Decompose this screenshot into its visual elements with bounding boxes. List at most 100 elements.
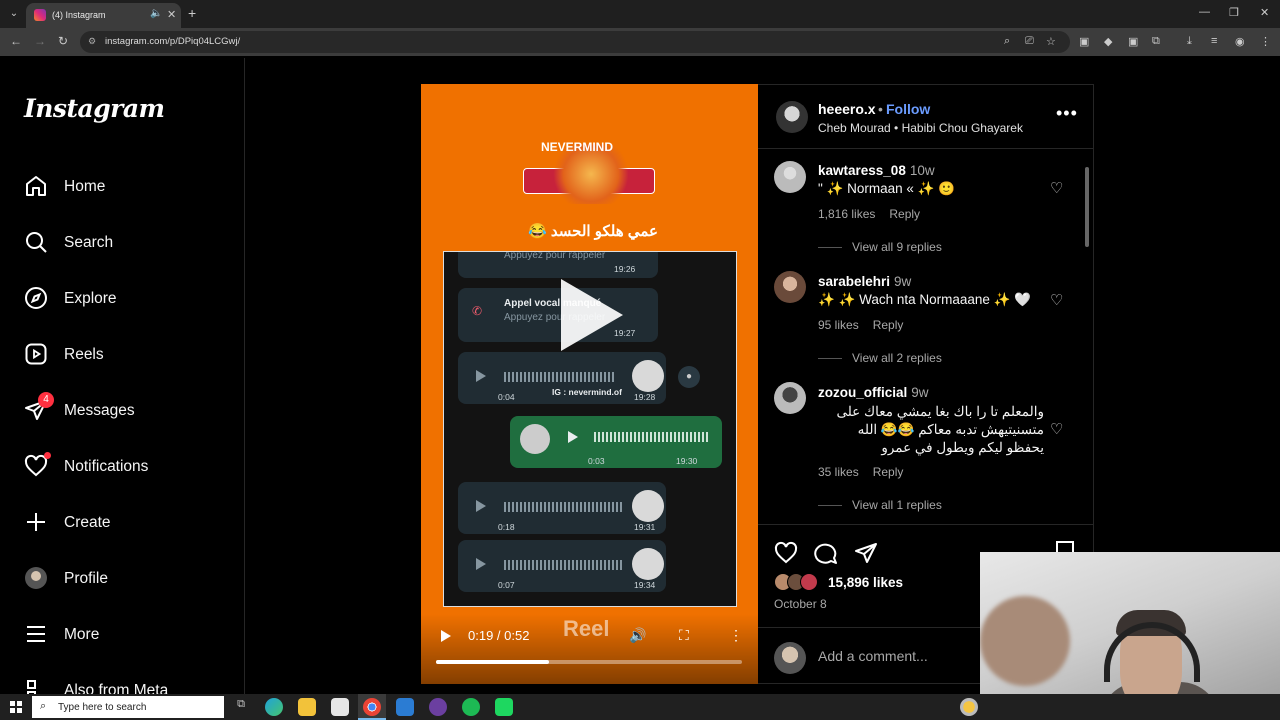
outlook-icon[interactable] [396, 698, 414, 716]
commenter-avatar[interactable] [774, 271, 806, 303]
reply-button[interactable]: Reply [889, 207, 920, 221]
zoom-icon[interactable]: ⌕ [1004, 35, 1010, 48]
reel-label: Reel [563, 616, 610, 641]
sidebar-item-reels[interactable]: Reels [24, 340, 224, 370]
volume-icon[interactable]: 🔊 [629, 627, 646, 644]
minimize-icon[interactable]: — [1199, 6, 1210, 18]
commenter-avatar[interactable] [774, 161, 806, 193]
like-comment-icon[interactable]: ♡ [1050, 291, 1063, 309]
video-title-text: NEVERMIND [541, 140, 614, 154]
extension-icon[interactable]: ◆ [1104, 35, 1112, 48]
app-icon-2[interactable] [495, 698, 513, 716]
play-button[interactable] [441, 630, 451, 642]
taskbar-search-box[interactable]: ⌕ Type here to search [32, 696, 224, 718]
likes-count[interactable]: 15,896 likes [828, 575, 903, 590]
sidebar-item-profile[interactable]: Profile [24, 564, 224, 594]
store-icon[interactable] [331, 698, 349, 716]
reading-list-icon[interactable]: ≡ [1211, 35, 1217, 47]
video-progress-bar[interactable] [436, 660, 742, 664]
like-comment-icon[interactable]: ♡ [1050, 179, 1063, 197]
add-comment-input[interactable]: Add a comment... [818, 648, 928, 664]
reload-icon[interactable]: ↻ [58, 34, 68, 48]
comment-likes[interactable]: 95 likes [818, 318, 859, 332]
fullscreen-icon[interactable]: ⛶ [679, 627, 689, 644]
reply-button[interactable]: Reply [873, 318, 904, 332]
post-date[interactable]: October 8 [774, 597, 827, 611]
sidebar-item-also-from-meta[interactable]: Also from Meta [24, 676, 224, 694]
restore-icon[interactable]: ❐ [1229, 6, 1239, 19]
comment-likes[interactable]: 35 likes [818, 465, 859, 479]
instagram-logo[interactable]: Instagram [24, 94, 165, 123]
back-icon[interactable]: ← [10, 34, 22, 48]
voice-note-bubble-sent: 0:03 19:30 [510, 416, 722, 468]
play-overlay-icon[interactable] [561, 279, 623, 351]
edge-icon[interactable] [265, 698, 283, 716]
more-options-icon[interactable]: ••• [1056, 103, 1078, 124]
browser-tab[interactable]: (4) Instagram 🔈 ✕ [26, 3, 181, 28]
spotify-icon[interactable] [462, 698, 480, 716]
profile-icon[interactable]: ◉ [1235, 35, 1245, 48]
tab-search-chevron-icon[interactable]: ⌄ [6, 6, 22, 22]
windows-start-icon[interactable] [10, 701, 22, 713]
bookmark-star-icon[interactable]: ☆ [1046, 35, 1056, 48]
extension-icon-2[interactable]: ▣ [1128, 35, 1138, 48]
instagram-favicon-icon [34, 9, 46, 21]
speaker-icon[interactable]: 🔈 [150, 8, 162, 19]
weather-icon[interactable] [960, 698, 978, 716]
sidebar-item-search[interactable]: Search [24, 228, 224, 258]
sidebar-item-messages[interactable]: 4 Messages [24, 392, 224, 426]
voice-note-bubble: 0:18 19:31 [458, 482, 666, 534]
comment-likes[interactable]: 1,816 likes [818, 207, 875, 221]
address-bar[interactable]: ⚙ instagram.com/p/DPiq04LCGwj/ ⌕ ⎚ ☆ [80, 31, 1070, 53]
file-explorer-icon[interactable] [298, 698, 316, 716]
comment-meta: 95 likes Reply [818, 318, 917, 332]
compass-icon [25, 287, 47, 309]
author-avatar[interactable] [776, 101, 808, 133]
cast-icon[interactable]: ⎚ [1025, 35, 1034, 48]
view-replies-button[interactable]: View all 2 replies [818, 351, 942, 365]
comment-username[interactable]: kawtaress_08 10w [818, 163, 935, 178]
sidebar-item-create[interactable]: Create [24, 508, 224, 538]
sidebar-item-more[interactable]: More [24, 620, 224, 650]
sidebar-item-home[interactable]: Home [24, 172, 224, 202]
view-replies-button[interactable]: View all 1 replies [818, 498, 942, 512]
forward-icon[interactable]: → [34, 34, 46, 48]
author-username[interactable]: heeero.x [818, 101, 876, 117]
call-bubble: Appuyez pour rappeler 19:26 [458, 252, 658, 278]
like-comment-icon[interactable]: ♡ [1050, 420, 1063, 438]
task-view-icon[interactable]: ⧉ [232, 698, 250, 716]
share-icon[interactable] [854, 541, 878, 565]
url-text[interactable]: instagram.com/p/DPiq04LCGwj/ [105, 36, 240, 47]
sidebar-item-label: More [64, 626, 100, 643]
app-icon[interactable] [429, 698, 447, 716]
more-options-icon[interactable]: ⋮ [729, 627, 743, 644]
message-time: 19:26 [614, 264, 636, 274]
sender-avatar [632, 360, 664, 392]
view-replies-button[interactable]: View all 9 replies [818, 240, 942, 254]
follow-button[interactable]: Follow [886, 101, 930, 117]
comment-icon[interactable] [814, 541, 838, 565]
reel-video[interactable]: NEVERMIND عمي هلكو الحسد 😂 Appuyez pour … [421, 84, 758, 684]
scrollbar-thumb[interactable] [1085, 167, 1089, 247]
comment-username[interactable]: sarabelehri 9w [818, 274, 911, 289]
download-icon[interactable]: ⤓ [1187, 35, 1192, 48]
chrome-icon[interactable] [363, 698, 381, 716]
browser-menu-icon[interactable]: ⋮ [1260, 35, 1271, 48]
sidebar-item-notifications[interactable]: Notifications [24, 452, 224, 482]
menu-icon [27, 626, 45, 642]
comment-username[interactable]: zozou_official 9w [818, 385, 929, 400]
extensions-puzzle-icon[interactable]: ⧉ [1152, 35, 1160, 48]
close-tab-icon[interactable]: ✕ [167, 8, 176, 21]
close-window-icon[interactable]: ✕ [1260, 6, 1269, 19]
commenter-avatar[interactable] [774, 382, 806, 414]
home-icon [26, 176, 46, 196]
sidebar-item-explore[interactable]: Explore [24, 284, 224, 314]
site-info-icon[interactable]: ⚙ [88, 36, 96, 47]
comments-scrollbar[interactable] [1084, 153, 1090, 521]
like-icon[interactable] [774, 541, 798, 565]
waveform [504, 502, 624, 512]
reply-button[interactable]: Reply [873, 465, 904, 479]
translate-extension-icon[interactable]: ▣ [1079, 35, 1089, 48]
audio-track[interactable]: Cheb Mourad • Habibi Chou Ghayarek [818, 121, 1023, 135]
new-tab-button[interactable]: + [188, 5, 196, 21]
